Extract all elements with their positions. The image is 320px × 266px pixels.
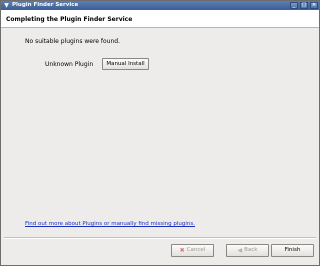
window-title: Plugin Finder Service xyxy=(12,2,79,8)
plugin-name-label: Unknown Plugin xyxy=(45,61,94,68)
minimize-icon[interactable]: _ xyxy=(290,2,298,9)
cancel-icon: ✖ xyxy=(179,247,185,254)
manual-install-button[interactable]: Manual Install xyxy=(102,58,149,70)
title-bar[interactable]: ▼ Plugin Finder Service _ □ × xyxy=(1,1,319,10)
status-message: No suitable plugins were found. xyxy=(25,38,120,45)
maximize-icon[interactable]: □ xyxy=(300,2,308,9)
wizard-header: Completing the Plugin Finder Service xyxy=(1,10,319,28)
help-link[interactable]: Find out more about Plugins or manually … xyxy=(25,221,195,227)
window-menu-icon[interactable]: ▼ xyxy=(3,2,10,9)
finish-button[interactable]: Finish xyxy=(271,244,314,257)
back-arrow-icon: ◀ xyxy=(237,247,243,254)
back-button[interactable]: ◀ Back xyxy=(226,244,269,257)
page-title: Completing the Plugin Finder Service xyxy=(6,16,133,23)
close-icon[interactable]: × xyxy=(310,2,318,9)
cancel-button[interactable]: ✖ Cancel xyxy=(171,244,214,257)
plugin-finder-window: ▼ Plugin Finder Service _ □ × Completing… xyxy=(0,0,320,266)
footer-separator xyxy=(4,237,316,239)
cancel-label: Cancel xyxy=(186,247,206,253)
back-label: Back xyxy=(244,247,258,253)
wizard-content: No suitable plugins were found. Unknown … xyxy=(1,29,319,237)
